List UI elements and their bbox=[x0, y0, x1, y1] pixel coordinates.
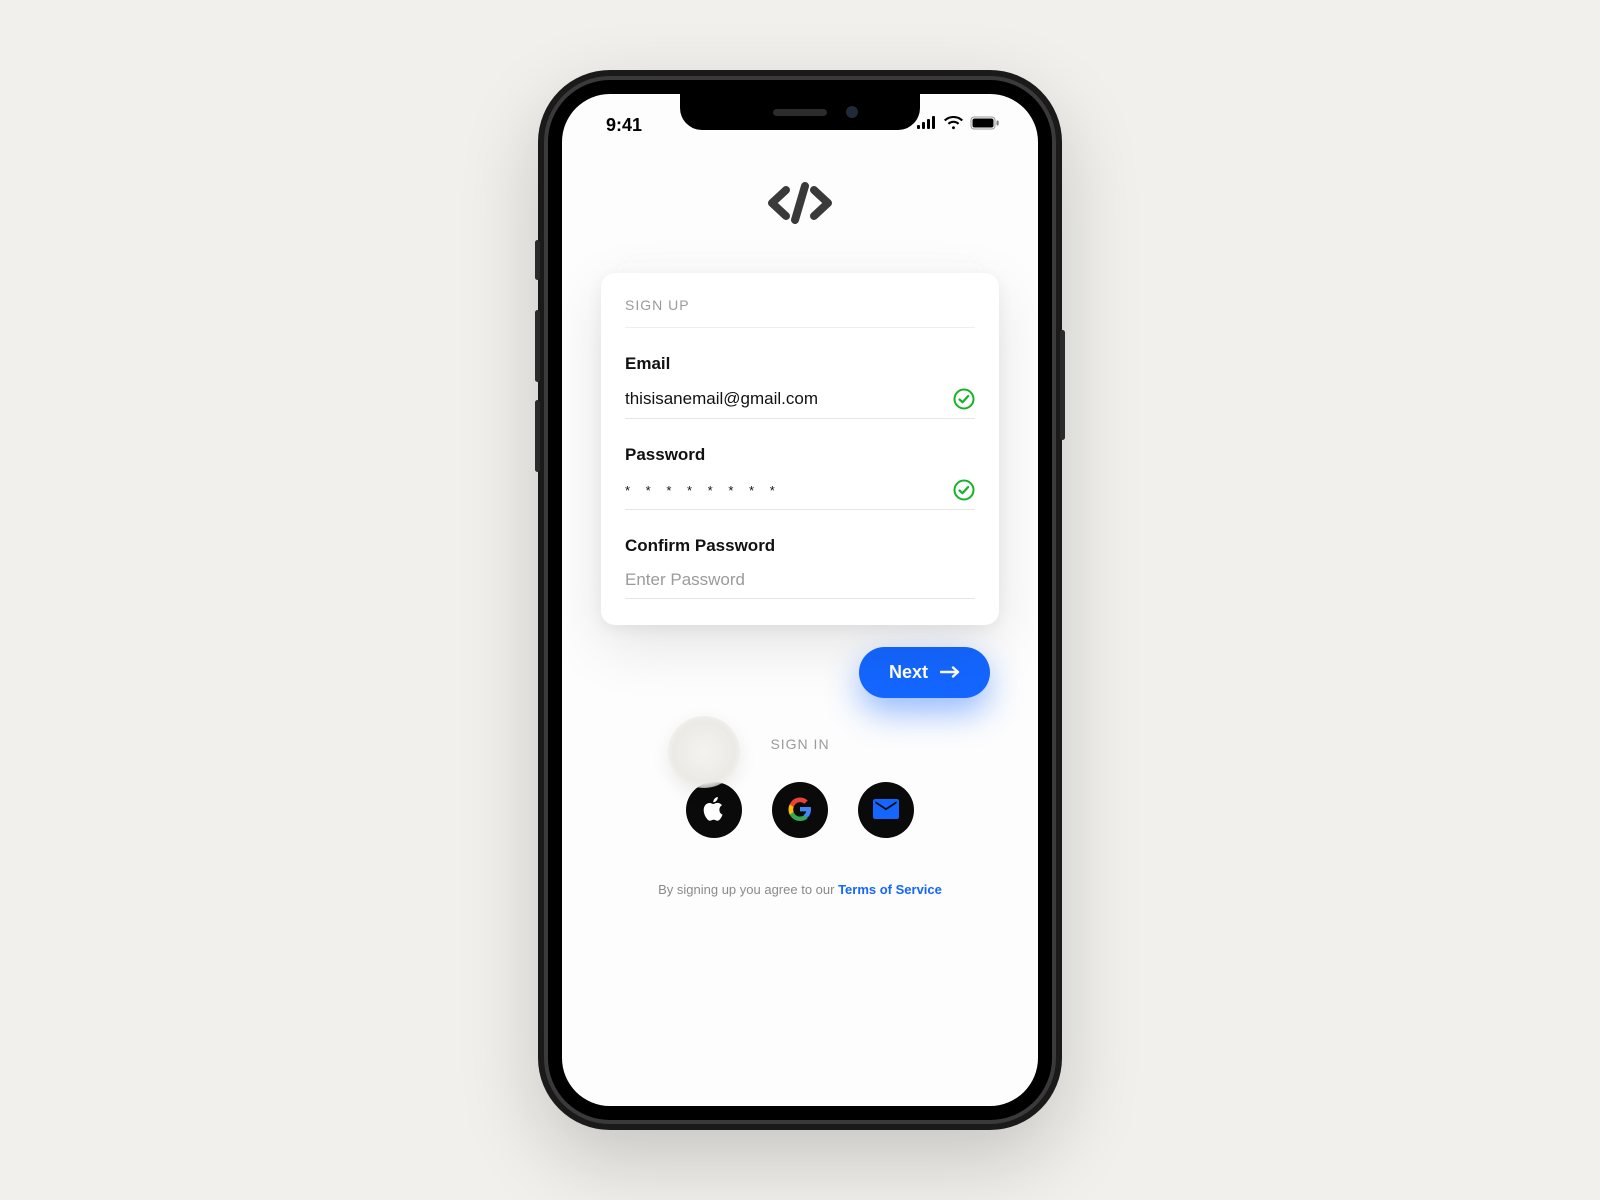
password-input[interactable] bbox=[625, 483, 943, 498]
card-stack: SIGN UP Email Password bbox=[601, 273, 999, 625]
valid-check-icon bbox=[953, 388, 975, 410]
touch-indicator bbox=[668, 716, 740, 788]
status-time: 9:41 bbox=[606, 115, 642, 136]
confirm-password-field-group: Confirm Password bbox=[625, 536, 975, 599]
tos-text: By signing up you agree to our Terms of … bbox=[658, 882, 942, 897]
signin-section: SIGN IN bbox=[686, 736, 914, 838]
signin-google-button[interactable] bbox=[772, 782, 828, 838]
signin-email-button[interactable] bbox=[858, 782, 914, 838]
envelope-icon bbox=[873, 799, 899, 822]
next-button[interactable]: Next bbox=[859, 647, 990, 698]
card-title: SIGN UP bbox=[625, 297, 975, 328]
signup-card: SIGN UP Email Password bbox=[601, 273, 999, 625]
email-label: Email bbox=[625, 354, 975, 374]
cellular-icon bbox=[917, 116, 937, 134]
signin-label: SIGN IN bbox=[770, 736, 829, 752]
mute-switch bbox=[535, 240, 540, 280]
speaker bbox=[773, 109, 827, 116]
apple-icon bbox=[703, 796, 725, 825]
volume-up-button bbox=[535, 310, 540, 382]
google-icon bbox=[788, 797, 812, 824]
tos-prefix: By signing up you agree to our bbox=[658, 882, 838, 897]
front-camera bbox=[846, 106, 858, 118]
valid-check-icon bbox=[953, 479, 975, 501]
app-logo-icon bbox=[767, 182, 833, 229]
email-field-group: Email bbox=[625, 354, 975, 419]
volume-down-button bbox=[535, 400, 540, 472]
next-button-label: Next bbox=[889, 662, 928, 683]
confirm-password-label: Confirm Password bbox=[625, 536, 975, 556]
arrow-right-icon bbox=[940, 662, 960, 683]
power-button bbox=[1060, 330, 1065, 440]
battery-icon bbox=[970, 116, 1000, 135]
notch bbox=[680, 94, 920, 130]
signin-apple-button[interactable] bbox=[686, 782, 742, 838]
password-field-group: Password bbox=[625, 445, 975, 510]
tos-link[interactable]: Terms of Service bbox=[838, 882, 942, 897]
wifi-icon bbox=[944, 116, 963, 135]
email-input[interactable] bbox=[625, 389, 943, 409]
password-label: Password bbox=[625, 445, 975, 465]
screen: 9:41 bbox=[562, 94, 1038, 1106]
confirm-password-input[interactable] bbox=[625, 570, 975, 590]
phone-frame: 9:41 bbox=[538, 70, 1062, 1130]
